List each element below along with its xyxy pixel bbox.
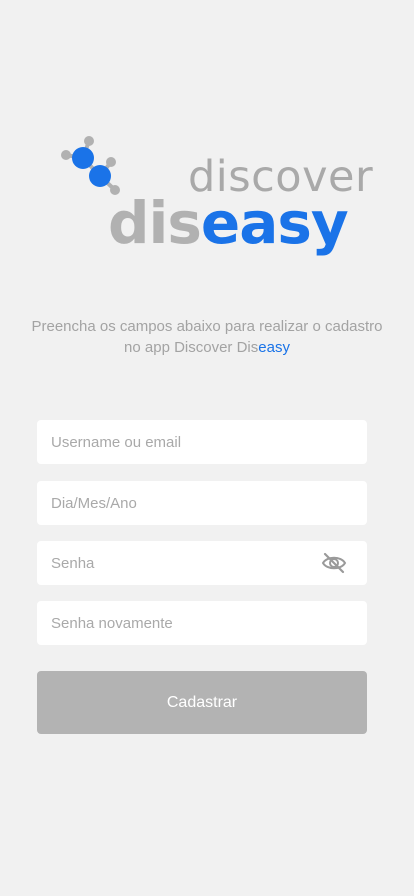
birthdate-field-wrapper xyxy=(37,481,367,525)
password-repeat-field-wrapper xyxy=(37,601,367,645)
instructions-text: Preencha os campos abaixo para realizar … xyxy=(31,318,383,356)
register-button[interactable]: Cadastrar xyxy=(37,671,367,734)
eye-slash-icon[interactable] xyxy=(321,551,347,575)
form-instructions: Preencha os campos abaixo para realizar … xyxy=(24,316,390,358)
birthdate-input[interactable] xyxy=(37,481,367,525)
password-input[interactable] xyxy=(37,541,367,585)
password-repeat-input[interactable] xyxy=(37,601,367,645)
app-logo: discover diseasy xyxy=(56,130,373,270)
logo-word-easy: easy xyxy=(200,189,349,257)
logo-word-dis: dis xyxy=(108,189,202,257)
logo-word-diseasy: diseasy xyxy=(108,194,349,252)
password-field-wrapper xyxy=(37,541,367,585)
username-field-wrapper xyxy=(37,420,367,464)
username-input[interactable] xyxy=(37,420,367,464)
instructions-highlight: easy xyxy=(258,339,290,356)
